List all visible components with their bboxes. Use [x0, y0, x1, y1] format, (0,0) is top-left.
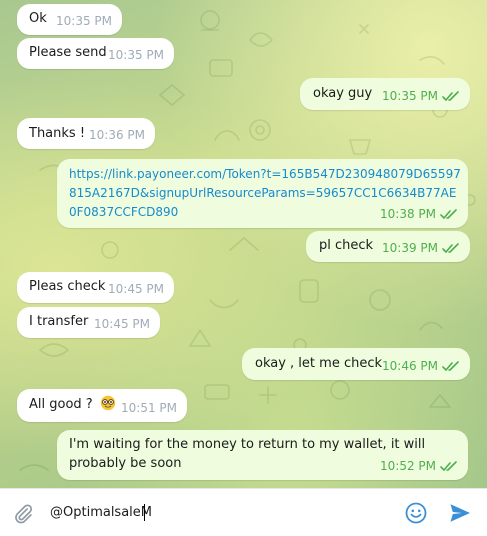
- message-composer: [0, 488, 487, 536]
- send-icon[interactable]: [448, 501, 472, 525]
- message-text: okay , let me check: [255, 356, 383, 371]
- message-text: Please send: [29, 45, 107, 60]
- message-timestamp: 10:45 PM: [94, 317, 150, 331]
- nerd-face-emoji: [100, 395, 116, 411]
- message-time: 10:46 PM: [382, 359, 460, 373]
- chat-area: Ok 10:35 PM Please send 10:35 PM okay gu…: [0, 0, 487, 488]
- message-timestamp: 10:35 PM: [56, 14, 112, 28]
- message-timestamp: 10:52 PM: [380, 459, 436, 473]
- read-double-check-icon: [442, 90, 459, 101]
- message-time: 10:35 PM: [56, 14, 112, 28]
- message-timestamp: 10:45 PM: [108, 282, 164, 296]
- message-timestamp: 10:35 PM: [108, 48, 164, 62]
- message-bubble-incoming[interactable]: Thanks ! 10:36 PM: [17, 118, 155, 149]
- message-time: 10:39 PM: [382, 241, 460, 255]
- message-timestamp: 10:35 PM: [382, 89, 438, 103]
- message-bubble-incoming[interactable]: Please send 10:35 PM: [17, 38, 174, 69]
- message-time: 10:52 PM: [380, 459, 458, 473]
- read-double-check-icon: [442, 360, 459, 371]
- message-text: Ok: [29, 11, 47, 26]
- message-bubble-outgoing[interactable]: okay guy 10:35 PM: [300, 78, 470, 110]
- message-bubble-outgoing[interactable]: https://link.payoneer.com/Token?t=165B54…: [57, 159, 468, 228]
- message-content: All good ?: [29, 395, 116, 414]
- message-text: I transfer: [29, 314, 89, 329]
- message-bubble-outgoing[interactable]: I'm waiting for the money to return to m…: [57, 430, 468, 480]
- read-double-check-icon: [440, 208, 457, 219]
- message-bubble-incoming[interactable]: Pleas check 10:45 PM: [17, 272, 174, 303]
- message-time: 10:38 PM: [380, 207, 458, 221]
- paperclip-icon[interactable]: [12, 503, 34, 525]
- message-time: 10:35 PM: [108, 48, 164, 62]
- message-time: 10:36 PM: [89, 128, 145, 142]
- message-time: 10:45 PM: [108, 282, 164, 296]
- message-bubble-incoming[interactable]: I transfer 10:45 PM: [17, 307, 160, 338]
- message-text: okay guy: [313, 86, 373, 101]
- message-bubble-incoming[interactable]: Ok 10:35 PM: [17, 4, 122, 35]
- read-double-check-icon: [440, 460, 457, 471]
- message-bubble-incoming[interactable]: All good ? 10:51 PM: [17, 389, 187, 422]
- message-time: 10:51 PM: [121, 401, 177, 415]
- message-time: 10:45 PM: [94, 317, 150, 331]
- message-bubble-outgoing[interactable]: pl check 10:39 PM: [306, 231, 470, 262]
- smiley-icon[interactable]: [404, 501, 428, 525]
- text-caret: [144, 504, 145, 521]
- message-text: Thanks !: [29, 126, 86, 141]
- message-timestamp: 10:39 PM: [382, 241, 438, 255]
- message-timestamp: 10:36 PM: [89, 128, 145, 142]
- message-text: pl check: [319, 238, 374, 253]
- read-double-check-icon: [442, 242, 459, 253]
- message-timestamp: 10:46 PM: [382, 359, 438, 373]
- message-input[interactable]: [50, 499, 370, 525]
- message-text: Pleas check: [29, 279, 106, 294]
- message-timestamp: 10:51 PM: [121, 401, 177, 415]
- message-timestamp: 10:38 PM: [380, 207, 436, 221]
- message-bubble-outgoing[interactable]: okay , let me check 10:46 PM: [242, 348, 470, 380]
- message-time: 10:35 PM: [382, 89, 460, 103]
- message-text: All good ?: [29, 397, 93, 412]
- chat-scrollbar[interactable]: [483, 0, 487, 488]
